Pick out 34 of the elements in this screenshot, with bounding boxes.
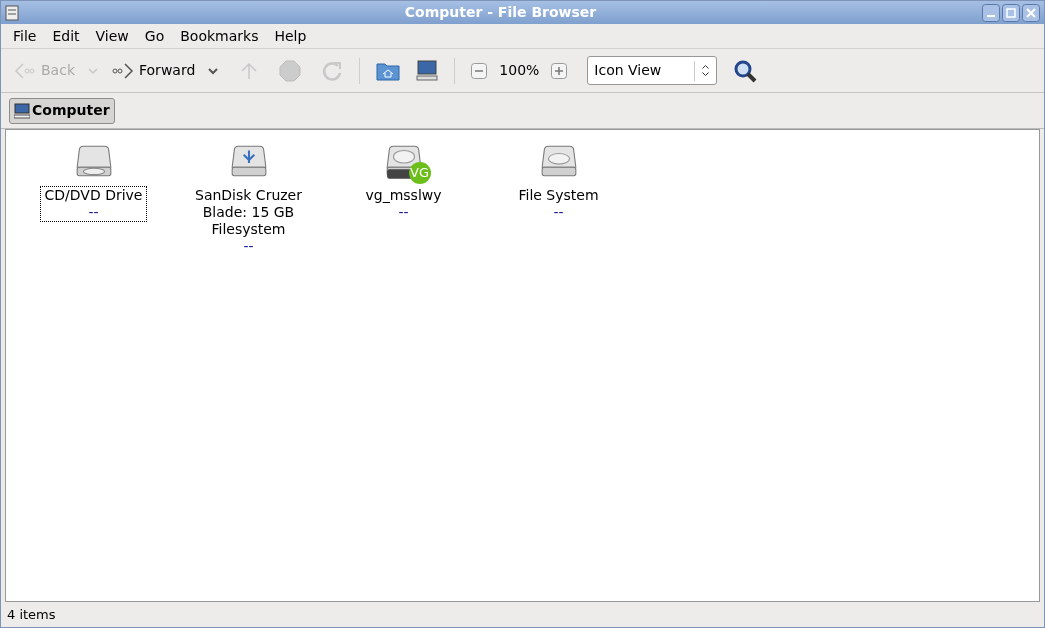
home-folder-icon[interactable] xyxy=(376,60,401,81)
back-arrow-icon xyxy=(13,61,37,80)
menu-item[interactable]: Go xyxy=(136,25,173,47)
zoom-out-icon[interactable] xyxy=(471,62,488,79)
drive-info: -- xyxy=(243,238,254,255)
dropdown-caret-icon[interactable] xyxy=(207,66,220,75)
close-icon[interactable] xyxy=(1022,3,1040,22)
view-select[interactable]: Icon View xyxy=(587,56,718,85)
drive-info: -- xyxy=(398,204,409,221)
menu-item[interactable]: File xyxy=(5,25,45,47)
forward-arrow-icon xyxy=(111,61,135,80)
computer-icon[interactable] xyxy=(416,59,439,82)
computer-icon xyxy=(14,102,30,119)
zoom-level: 100% xyxy=(499,61,540,80)
search-icon[interactable] xyxy=(733,58,758,83)
minimize-icon[interactable] xyxy=(982,3,1000,22)
window-menu-icon[interactable] xyxy=(5,4,19,21)
location-button[interactable]: Computer xyxy=(9,97,115,124)
drive-label[interactable]: File System -- xyxy=(513,186,604,222)
drive-label[interactable]: SanDisk Cruzer Blade: 15 GB Filesystem -- xyxy=(188,186,309,256)
drive-info: -- xyxy=(88,204,99,221)
drive-label[interactable]: vg_msslwy -- xyxy=(360,186,447,222)
zoom-in-icon[interactable] xyxy=(551,62,568,79)
menu-item[interactable]: Edit xyxy=(44,25,88,47)
drive-info: -- xyxy=(553,204,564,221)
menu-item[interactable]: View xyxy=(87,25,137,47)
up-down-caret-icon xyxy=(702,65,710,76)
window-title: Computer - File Browser xyxy=(403,3,598,22)
drive-label[interactable]: CD/DVD Drive -- xyxy=(39,186,148,222)
status-text: 4 items xyxy=(7,605,56,624)
menu-item[interactable]: Bookmarks xyxy=(172,25,267,47)
forward-button[interactable]: Forward xyxy=(107,55,200,86)
menu-item[interactable]: Help xyxy=(266,25,315,47)
maximize-icon[interactable] xyxy=(1002,3,1020,22)
